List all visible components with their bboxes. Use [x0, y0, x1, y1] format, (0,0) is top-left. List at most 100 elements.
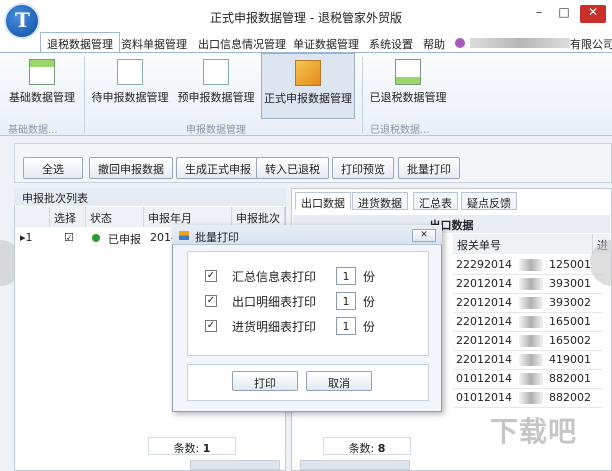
menu-voucher-data[interactable]: 单证数据管理	[293, 36, 359, 52]
tab-export-data[interactable]: 出口数据	[295, 192, 351, 210]
table-row[interactable]: 22012014 393001	[453, 274, 603, 294]
customs-number-prefix: 22012014	[456, 277, 512, 290]
menu-tax-refund[interactable]: 退税数据管理	[40, 32, 120, 52]
menu-export-info[interactable]: 出口信息情况管理	[198, 36, 286, 52]
table-row[interactable]: 22012014 393002	[453, 293, 603, 313]
table-row[interactable]: 01012014 882001	[453, 369, 603, 389]
col-customs-number[interactable]: 报关单号	[453, 234, 593, 254]
window-title: 正式申报数据管理 - 退税管家外贸版	[210, 11, 402, 25]
ribbon-pending-data-label: 待申报数据管理	[91, 91, 169, 104]
ribbon-refunded-button[interactable]: 已退税数据管理	[368, 53, 448, 119]
refunded-icon	[395, 59, 421, 85]
dialog-close-button[interactable]: ✕	[412, 229, 436, 242]
status-dot-icon	[92, 234, 100, 242]
basic-data-icon	[29, 59, 55, 85]
menu-documents[interactable]: 资料单据管理	[121, 36, 187, 52]
print-button[interactable]: 打印	[232, 371, 298, 391]
company-suffix: 有限公司	[570, 38, 612, 51]
batch-print-button[interactable]: 批量打印	[398, 157, 460, 179]
left-count-value: 1	[202, 442, 211, 455]
ribbon-pending-data-button[interactable]: 待申报数据管理	[90, 53, 170, 119]
customs-number-prefix: 22012014	[456, 296, 512, 309]
purchase-detail-label: 进货明细表打印	[232, 320, 317, 334]
minimize-button[interactable]: –	[528, 5, 550, 23]
ribbon-basic-data-button[interactable]: 基础数据管理	[6, 53, 78, 119]
print-preview-button[interactable]: 打印预览	[332, 157, 394, 179]
row-index[interactable]: ▸1	[20, 228, 50, 248]
customs-number-prefix: 22012014	[456, 315, 512, 328]
app-logo-icon: T	[4, 3, 40, 39]
redacted-digits	[519, 259, 543, 271]
select-all-button[interactable]: 全选	[23, 157, 83, 179]
left-scrollbar[interactable]	[190, 460, 280, 470]
summary-unit: 份	[363, 270, 376, 284]
redacted-digits	[519, 297, 543, 309]
batch-list-title: 申报批次列表	[14, 188, 286, 206]
left-count-label: 条数:	[173, 442, 200, 455]
table-row[interactable]: 01012014 882002	[453, 388, 603, 408]
generate-formal-button[interactable]: 生成正式申报	[176, 157, 260, 179]
col-status[interactable]: 状态	[86, 207, 144, 227]
col-batch[interactable]: 申报批次	[232, 207, 285, 227]
customs-number-suffix: 393001	[549, 277, 591, 290]
row-number: 1	[25, 231, 33, 244]
maximize-button[interactable]: □	[553, 5, 575, 23]
customs-number-suffix: 165001	[549, 315, 591, 328]
ribbon-pre-declare-button[interactable]: 预申报数据管理	[176, 53, 256, 119]
purchase-detail-checkbox[interactable]: ✓	[205, 320, 217, 332]
withdraw-button[interactable]: 撤回申报数据	[89, 157, 173, 179]
table-row[interactable]: 22012014 165001	[453, 312, 603, 332]
ribbon-basic-data-label: 基础数据管理	[9, 91, 75, 104]
customs-number-prefix: 01012014	[456, 372, 512, 385]
action-toolbar: 全选 撤回申报数据 生成正式申报 转入已退税 打印预览 批量打印	[14, 143, 612, 183]
right-count-label: 条数:	[348, 442, 375, 455]
transfer-refunded-button[interactable]: 转入已退税	[256, 157, 329, 179]
printer-icon	[179, 231, 189, 240]
redacted-digits	[519, 335, 543, 347]
row-checkbox[interactable]: ☑	[64, 228, 80, 248]
customs-number-suffix: 125001	[549, 258, 591, 271]
menu-settings[interactable]: 系统设置	[369, 36, 413, 52]
redacted-digits	[519, 373, 543, 385]
ribbon-refunded-label: 已退税数据管理	[369, 91, 447, 104]
formal-declare-icon	[295, 60, 321, 86]
right-scrollbar[interactable]	[300, 460, 410, 470]
ribbon-formal-declare-button[interactable]: 正式申报数据管理	[261, 53, 355, 119]
customs-number-suffix: 419001	[549, 353, 591, 366]
tab-feedback[interactable]: 疑点反馈	[461, 192, 517, 210]
menu-help[interactable]: 帮助	[423, 36, 445, 52]
col-select[interactable]: 选择	[50, 207, 86, 227]
user-icon	[455, 38, 465, 48]
export-detail-label: 出口明细表打印	[232, 295, 317, 309]
group-label-declare: 申报数据管理	[186, 125, 246, 136]
customs-number-prefix: 01012014	[456, 391, 512, 404]
customs-number-prefix: 22012014	[456, 353, 512, 366]
logo-letter: T	[15, 8, 30, 32]
summary-label: 汇总信息表打印	[232, 270, 317, 284]
col-year-month[interactable]: 申报年月	[144, 207, 232, 227]
company-name-redacted	[470, 38, 570, 48]
export-detail-checkbox[interactable]: ✓	[205, 295, 217, 307]
table-row[interactable]: 22012014 165002	[453, 331, 603, 351]
pending-data-icon	[117, 59, 143, 85]
pre-declare-icon	[203, 59, 229, 85]
tab-purchase-data[interactable]: 进货数据	[352, 192, 408, 210]
purchase-detail-copies-input[interactable]: 1	[336, 317, 356, 335]
summary-checkbox[interactable]: ✓	[205, 270, 217, 282]
customs-number-suffix: 882002	[549, 391, 591, 404]
cancel-button[interactable]: 取消	[306, 371, 372, 391]
customs-number-suffix: 165002	[549, 334, 591, 347]
table-row[interactable]: 22292014 125001	[453, 255, 603, 275]
right-count-value: 8	[377, 442, 386, 455]
row-header-cell	[15, 207, 50, 227]
group-separator	[362, 57, 363, 133]
purchase-detail-unit: 份	[363, 320, 376, 334]
close-button[interactable]: ✕	[580, 5, 606, 23]
summary-copies-input[interactable]: 1	[336, 267, 356, 285]
table-row[interactable]: 22012014 419001	[453, 350, 603, 370]
redacted-digits	[519, 316, 543, 328]
dialog-title: 批量打印	[195, 231, 239, 244]
tab-summary[interactable]: 汇总表	[413, 192, 458, 210]
redacted-digits	[519, 354, 543, 366]
export-detail-copies-input[interactable]: 1	[336, 292, 356, 310]
